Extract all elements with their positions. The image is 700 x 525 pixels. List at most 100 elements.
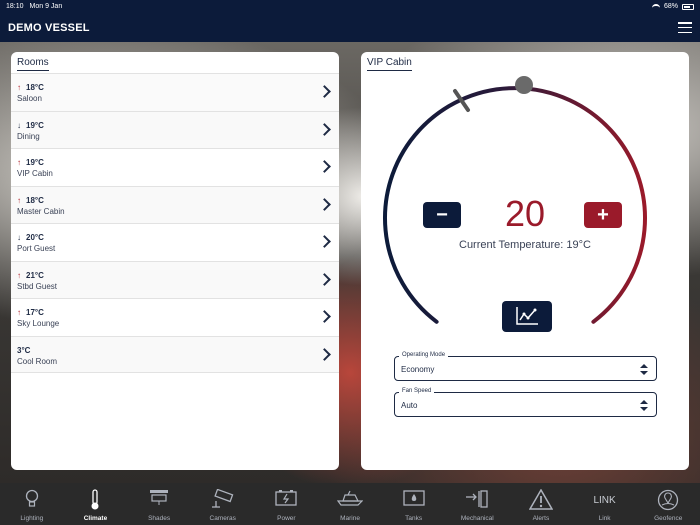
tab-label: Geofence xyxy=(654,515,683,522)
chevron-right-icon[interactable] xyxy=(318,310,331,323)
fan-speed-select[interactable]: Fan Speed Auto xyxy=(394,388,657,417)
room-temp: 18°C xyxy=(26,83,44,92)
room-list: ↑ 18°C Saloon ↓ 19°C Dining ↑ 19°C VIP Cabi… xyxy=(11,73,339,373)
tab-shades[interactable]: Shades xyxy=(127,483,191,525)
arrow-up-icon: ↑ xyxy=(17,270,21,280)
tab-climate[interactable]: Climate xyxy=(64,483,128,525)
vessel-title: DEMO VESSEL xyxy=(8,21,90,34)
mechanical-icon xyxy=(466,490,488,508)
tab-lighting[interactable]: Lighting xyxy=(0,483,64,525)
fan-speed-label: Fan Speed xyxy=(399,388,435,394)
tab-label: Link xyxy=(598,515,611,522)
battery-icon xyxy=(275,490,298,506)
vip-cabin-panel: VIP Cabin − 20 + Current Temperature: 19… xyxy=(361,52,689,470)
chevron-right-icon[interactable] xyxy=(318,160,331,173)
rooms-panel: Rooms ↑ 18°C Saloon ↓ 19°C Dining ↑ 19°C VI… xyxy=(11,52,339,470)
thermometer-icon xyxy=(91,489,99,510)
alert-icon xyxy=(528,489,553,510)
room-item[interactable]: ↑ 21°C Stbd Guest xyxy=(11,260,339,298)
room-temp: 17°C xyxy=(26,308,44,317)
room-name: Cool Room xyxy=(17,356,58,366)
status-date: Mon 9 Jan xyxy=(29,3,63,10)
select-arrows-icon xyxy=(640,400,648,411)
shades-icon xyxy=(150,490,169,505)
arrow-down-icon: ↓ xyxy=(17,120,21,130)
tab-tanks[interactable]: Tanks xyxy=(382,483,446,525)
room-temp: 20°C xyxy=(26,233,44,242)
app-header: DEMO VESSEL xyxy=(0,13,700,42)
tab-alerts[interactable]: Alerts xyxy=(509,483,573,525)
arrow-up-icon: ↑ xyxy=(17,83,21,92)
room-temp: 19°C xyxy=(26,158,44,167)
tab-cameras[interactable]: Cameras xyxy=(191,483,255,525)
room-temp: 19°C xyxy=(26,120,44,130)
room-name: Stbd Guest xyxy=(17,281,58,291)
room-name: Saloon xyxy=(17,94,42,103)
battery-percent: 68% xyxy=(663,3,678,10)
chevron-right-icon[interactable] xyxy=(318,347,331,361)
operating-mode-select[interactable]: Operating Mode Economy xyxy=(394,352,657,381)
tab-link[interactable]: LINK Link xyxy=(573,483,637,525)
tab-label: Climate xyxy=(83,515,108,522)
room-temp: 3°C xyxy=(17,345,31,355)
current-temperature: Current Temperature: 19°C xyxy=(459,239,591,251)
chevron-right-icon[interactable] xyxy=(318,122,331,136)
boat-icon xyxy=(337,490,364,506)
room-temp: 18°C xyxy=(26,195,44,205)
tab-label: Mechanical xyxy=(460,515,494,522)
room-item[interactable]: 3°C Cool Room xyxy=(11,335,339,373)
dial-knob xyxy=(515,76,533,94)
chart-icon xyxy=(516,307,538,325)
increase-temp-button[interactable]: + xyxy=(584,202,622,228)
arrow-up-icon: ↑ xyxy=(17,158,21,167)
chevron-right-icon[interactable] xyxy=(318,272,331,286)
rooms-panel-title: Rooms xyxy=(17,57,49,71)
fan-speed-value: Auto xyxy=(401,401,418,410)
tab-label: Marine xyxy=(340,515,360,522)
operating-mode-label: Operating Mode xyxy=(399,352,449,358)
room-name: Port Guest xyxy=(17,244,56,253)
tab-geofence[interactable]: Geofence xyxy=(636,483,700,525)
tab-marine[interactable]: Marine xyxy=(318,483,382,525)
room-name: Dining xyxy=(17,131,40,141)
tab-label: Alerts xyxy=(532,515,550,522)
room-item[interactable]: ↑ 17°C Sky Lounge xyxy=(11,298,339,336)
room-item[interactable]: ↑ 18°C Master Cabin xyxy=(11,185,339,223)
tank-icon xyxy=(403,490,425,506)
select-arrows-icon xyxy=(640,364,648,375)
tab-label: Shades xyxy=(148,515,171,522)
room-temp: 21°C xyxy=(26,270,44,280)
geofence-icon xyxy=(658,489,679,511)
wifi-icon xyxy=(651,3,660,10)
chevron-right-icon[interactable] xyxy=(318,85,331,98)
tab-label: Power xyxy=(277,515,296,522)
chevron-right-icon[interactable] xyxy=(318,197,331,211)
tab-label: Lighting xyxy=(20,515,44,522)
history-chart-button[interactable] xyxy=(502,301,552,332)
tab-label: Tanks xyxy=(405,515,423,522)
bulb-icon xyxy=(25,489,38,507)
arrow-up-icon: ↑ xyxy=(17,195,21,205)
camera-icon xyxy=(211,489,234,508)
room-name: Sky Lounge xyxy=(17,319,60,328)
bottom-tab-bar: Lighting Climate Shades Cameras Power Ma… xyxy=(0,483,700,525)
tab-label: Cameras xyxy=(209,515,236,522)
operating-mode-value: Economy xyxy=(401,365,435,374)
tab-power[interactable]: Power xyxy=(255,483,319,525)
arrow-up-icon: ↑ xyxy=(17,308,21,317)
room-name: VIP Cabin xyxy=(17,169,53,178)
room-item[interactable]: ↑ 18°C Saloon xyxy=(11,73,339,111)
chevron-right-icon[interactable] xyxy=(318,235,331,248)
room-name: Master Cabin xyxy=(17,206,65,216)
room-item[interactable]: ↓ 20°C Port Guest xyxy=(11,223,339,261)
decrease-temp-button[interactable]: − xyxy=(423,202,461,228)
setpoint-value: 20 xyxy=(504,193,546,234)
tab-mechanical[interactable]: Mechanical xyxy=(445,483,509,525)
room-item[interactable]: ↑ 19°C VIP Cabin xyxy=(11,148,339,186)
arrow-down-icon: ↓ xyxy=(17,233,21,242)
hamburger-menu-icon[interactable] xyxy=(678,22,692,33)
link-text-icon: LINK xyxy=(593,495,616,506)
status-bar: 18:10 Mon 9 Jan 68% xyxy=(0,0,700,13)
battery-icon xyxy=(682,3,694,10)
room-item[interactable]: ↓ 19°C Dining xyxy=(11,110,339,148)
